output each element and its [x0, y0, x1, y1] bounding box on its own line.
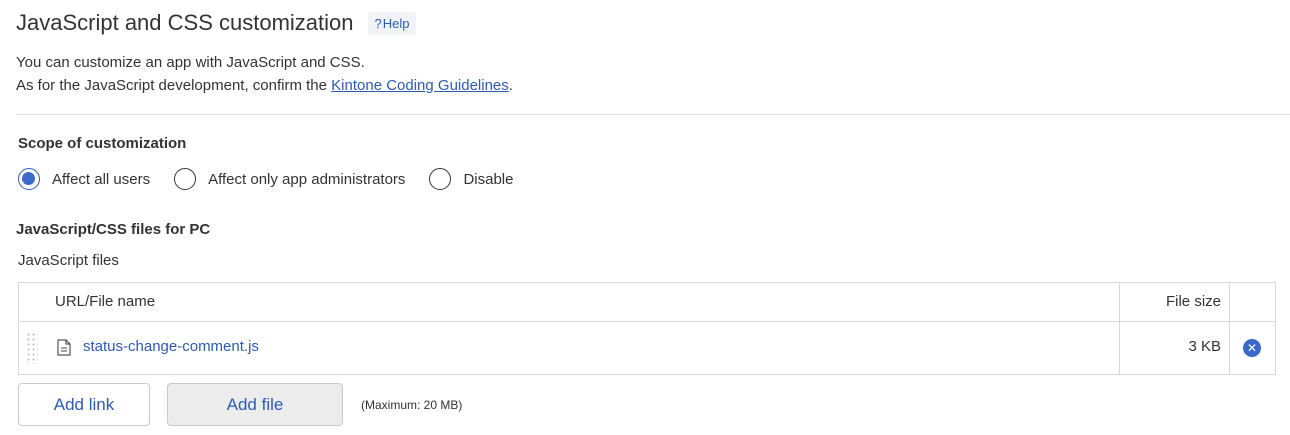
scope-heading: Scope of customization — [18, 135, 187, 152]
radio-circle[interactable] — [429, 168, 452, 190]
radio-label: Affect only app administrators — [208, 170, 406, 188]
help-label: Help — [382, 15, 410, 31]
header-name-cell: URL/File name — [19, 283, 1120, 321]
radio-circle-checked[interactable] — [18, 168, 40, 190]
radio-affect-all-users[interactable]: Affect all users — [18, 168, 150, 190]
description-line-1: You can customize an app with JavaScript… — [16, 54, 365, 71]
description-line-2: As for the JavaScript development, confi… — [16, 74, 513, 97]
file-size: 3 KB — [1188, 338, 1221, 355]
row-name-cell: status-change-comment.js — [19, 322, 1120, 374]
javascript-files-table: URL/File name File size status-change-co… — [18, 282, 1276, 375]
header-action-cell — [1230, 283, 1275, 321]
file-name-link[interactable]: status-change-comment.js — [83, 338, 259, 355]
javascript-files-label: JavaScript files — [18, 252, 119, 269]
radio-affect-admins-only[interactable]: Affect only app administrators — [174, 168, 405, 190]
help-link[interactable]: ? Help — [367, 11, 417, 35]
column-header-size: File size — [1165, 293, 1221, 310]
radio-label: Affect all users — [52, 170, 151, 188]
radio-disable[interactable]: Disable — [429, 168, 513, 190]
help-icon: ? — [374, 15, 382, 31]
divider — [16, 114, 1290, 115]
title-row: JavaScript and CSS customization ? Help — [16, 10, 417, 36]
file-icon — [57, 339, 71, 361]
coding-guidelines-link[interactable]: Kintone Coding Guidelines — [331, 77, 509, 94]
column-header-name: URL/File name — [55, 293, 156, 310]
row-action-cell: ✕ — [1230, 322, 1275, 374]
row-size-cell: 3 KB — [1120, 322, 1230, 374]
drag-handle-icon[interactable] — [26, 332, 38, 364]
table-header: URL/File name File size — [19, 283, 1275, 322]
table-row: status-change-comment.js 3 KB ✕ — [19, 322, 1275, 374]
radio-circle[interactable] — [174, 168, 197, 190]
scope-radio-group: Affect all users Affect only app adminis… — [18, 168, 537, 190]
pc-files-heading: JavaScript/CSS files for PC — [16, 221, 211, 238]
add-file-button[interactable]: Add file — [167, 383, 343, 426]
description: You can customize an app with JavaScript… — [16, 51, 513, 97]
description-line-2-suffix: . — [508, 77, 513, 94]
add-link-button[interactable]: Add link — [18, 383, 150, 426]
radio-label: Disable — [463, 170, 514, 188]
header-size-cell: File size — [1120, 283, 1230, 321]
description-line-2-prefix: As for the JavaScript development, confi… — [16, 77, 332, 94]
max-size-note: (Maximum: 20 MB) — [361, 398, 463, 412]
page-title: JavaScript and CSS customization — [16, 10, 354, 35]
remove-file-icon[interactable]: ✕ — [1243, 339, 1261, 357]
